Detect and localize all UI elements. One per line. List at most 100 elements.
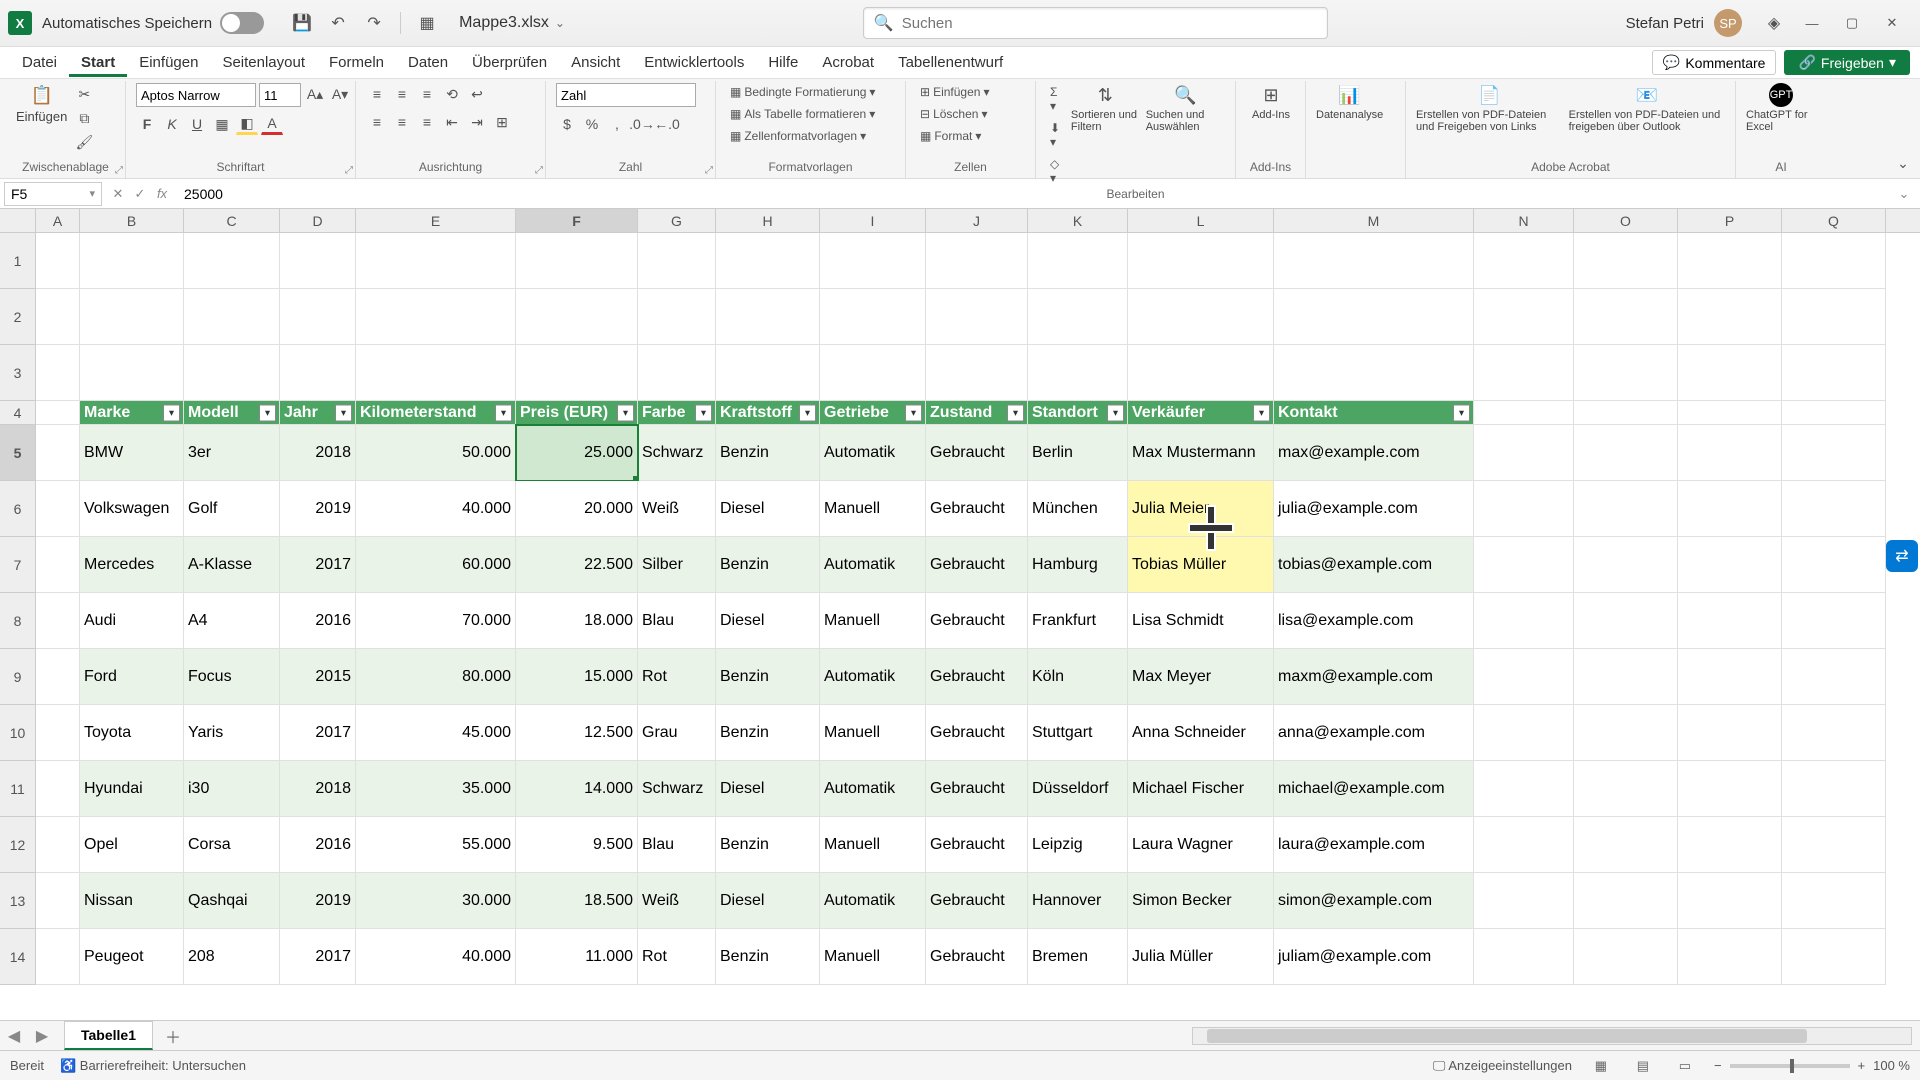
cell[interactable] xyxy=(516,233,638,289)
cell[interactable] xyxy=(36,345,80,401)
collapse-ribbon-icon[interactable]: ⌄ xyxy=(1892,152,1914,174)
add-sheet-icon[interactable]: ＋ xyxy=(161,1024,185,1048)
cell[interactable] xyxy=(1574,345,1678,401)
cell[interactable] xyxy=(36,537,80,593)
cell[interactable] xyxy=(1574,537,1678,593)
cell[interactable]: 2018 xyxy=(280,761,356,817)
filter-icon[interactable]: ▾ xyxy=(259,404,276,421)
table-header-cell[interactable]: Standort▾ xyxy=(1028,401,1128,425)
menu-tab-daten[interactable]: Daten xyxy=(396,48,460,77)
cell[interactable] xyxy=(1574,289,1678,345)
format-cells-button[interactable]: ▦ Format ▾ xyxy=(916,127,993,145)
dialog-launcher-icon[interactable]: ⤢ xyxy=(705,165,713,176)
cell[interactable]: max@example.com xyxy=(1274,425,1474,481)
horizontal-scrollbar[interactable] xyxy=(1192,1027,1912,1045)
cell[interactable] xyxy=(36,873,80,929)
underline-icon[interactable]: U xyxy=(186,113,208,135)
cell[interactable] xyxy=(1028,289,1128,345)
cell[interactable]: 50.000 xyxy=(356,425,516,481)
cell[interactable] xyxy=(1474,425,1574,481)
table-header-cell[interactable] xyxy=(1574,401,1678,425)
cell[interactable] xyxy=(1128,289,1274,345)
fx-icon[interactable]: fx xyxy=(152,184,172,204)
cell[interactable] xyxy=(1574,649,1678,705)
cell[interactable]: Gebraucht xyxy=(926,593,1028,649)
cell[interactable]: Diesel xyxy=(716,873,820,929)
cell[interactable] xyxy=(1678,873,1782,929)
table-header-cell[interactable]: Getriebe▾ xyxy=(820,401,926,425)
cell[interactable]: Düsseldorf xyxy=(1028,761,1128,817)
dialog-launcher-icon[interactable]: ⤢ xyxy=(115,165,123,176)
minimize-button[interactable]: — xyxy=(1792,9,1832,37)
filter-icon[interactable]: ▾ xyxy=(905,404,922,421)
row-header[interactable]: 13 xyxy=(0,873,36,929)
cell[interactable] xyxy=(1474,593,1574,649)
cell[interactable]: Julia Meier xyxy=(1128,481,1274,537)
menu-tab-formeln[interactable]: Formeln xyxy=(317,48,396,77)
cell[interactable]: Gebraucht xyxy=(926,649,1028,705)
cell[interactable]: juliam@example.com xyxy=(1274,929,1474,985)
number-format-select[interactable] xyxy=(556,83,696,107)
cell[interactable] xyxy=(1782,537,1886,593)
cell[interactable] xyxy=(1574,593,1678,649)
cell[interactable]: Weiß xyxy=(638,873,716,929)
cell[interactable] xyxy=(1474,761,1574,817)
chevron-down-icon[interactable]: ⌄ xyxy=(555,16,565,30)
cell[interactable]: Corsa xyxy=(184,817,280,873)
select-all-corner[interactable] xyxy=(0,209,36,233)
cell[interactable]: 30.000 xyxy=(356,873,516,929)
cell[interactable] xyxy=(1782,345,1886,401)
column-header-J[interactable]: J xyxy=(926,209,1028,232)
table-header-cell[interactable] xyxy=(1474,401,1574,425)
column-header-H[interactable]: H xyxy=(716,209,820,232)
format-as-table-button[interactable]: ▦ Als Tabelle formatieren ▾ xyxy=(726,105,879,123)
cell[interactable] xyxy=(1028,233,1128,289)
dialog-launcher-icon[interactable]: ⤢ xyxy=(535,165,543,176)
align-bottom-icon[interactable]: ≡ xyxy=(416,83,438,105)
cell[interactable] xyxy=(184,289,280,345)
column-header-C[interactable]: C xyxy=(184,209,280,232)
table-header-cell[interactable] xyxy=(1782,401,1886,425)
cell[interactable]: Lisa Schmidt xyxy=(1128,593,1274,649)
filter-icon[interactable]: ▾ xyxy=(799,404,816,421)
cell[interactable] xyxy=(1782,593,1886,649)
merge-icon[interactable]: ⊞ xyxy=(491,111,513,133)
cell[interactable]: Gebraucht xyxy=(926,481,1028,537)
cell[interactable]: 11.000 xyxy=(516,929,638,985)
table-header-cell[interactable]: Kilometerstand▾ xyxy=(356,401,516,425)
cell[interactable]: Manuell xyxy=(820,705,926,761)
zoom-slider[interactable] xyxy=(1730,1064,1850,1068)
column-header-P[interactable]: P xyxy=(1678,209,1782,232)
column-header-Q[interactable]: Q xyxy=(1782,209,1886,232)
cell[interactable] xyxy=(516,289,638,345)
cell[interactable] xyxy=(36,929,80,985)
cell[interactable]: Rot xyxy=(638,649,716,705)
cell[interactable]: Benzin xyxy=(716,817,820,873)
cell[interactable] xyxy=(1782,705,1886,761)
format-painter-icon[interactable]: 🖌 xyxy=(73,131,95,153)
table-header-cell[interactable]: Farbe▾ xyxy=(638,401,716,425)
table-header-cell[interactable] xyxy=(1678,401,1782,425)
cell[interactable]: Benzin xyxy=(716,705,820,761)
row-header[interactable]: 5 xyxy=(0,425,36,481)
cell[interactable]: Automatik xyxy=(820,873,926,929)
cell[interactable] xyxy=(184,233,280,289)
cell[interactable]: 2016 xyxy=(280,817,356,873)
clear-icon[interactable]: ◇ ▾ xyxy=(1046,155,1065,187)
cell[interactable] xyxy=(36,817,80,873)
cell[interactable]: Ford xyxy=(80,649,184,705)
prev-sheet-icon[interactable]: ◀ xyxy=(0,1022,28,1050)
cell[interactable]: 2018 xyxy=(280,425,356,481)
cell[interactable]: lisa@example.com xyxy=(1274,593,1474,649)
cell[interactable]: 18.000 xyxy=(516,593,638,649)
cell[interactable] xyxy=(1678,593,1782,649)
cell[interactable] xyxy=(1678,761,1782,817)
find-select-button[interactable]: 🔍Suchen und Auswählen xyxy=(1146,83,1225,133)
cell[interactable]: Gebraucht xyxy=(926,817,1028,873)
cell[interactable]: 80.000 xyxy=(356,649,516,705)
row-header[interactable]: 14 xyxy=(0,929,36,985)
column-header-A[interactable]: A xyxy=(36,209,80,232)
cell[interactable] xyxy=(1678,289,1782,345)
page-break-view-icon[interactable]: ▭ xyxy=(1672,1055,1698,1077)
cell[interactable]: 40.000 xyxy=(356,929,516,985)
